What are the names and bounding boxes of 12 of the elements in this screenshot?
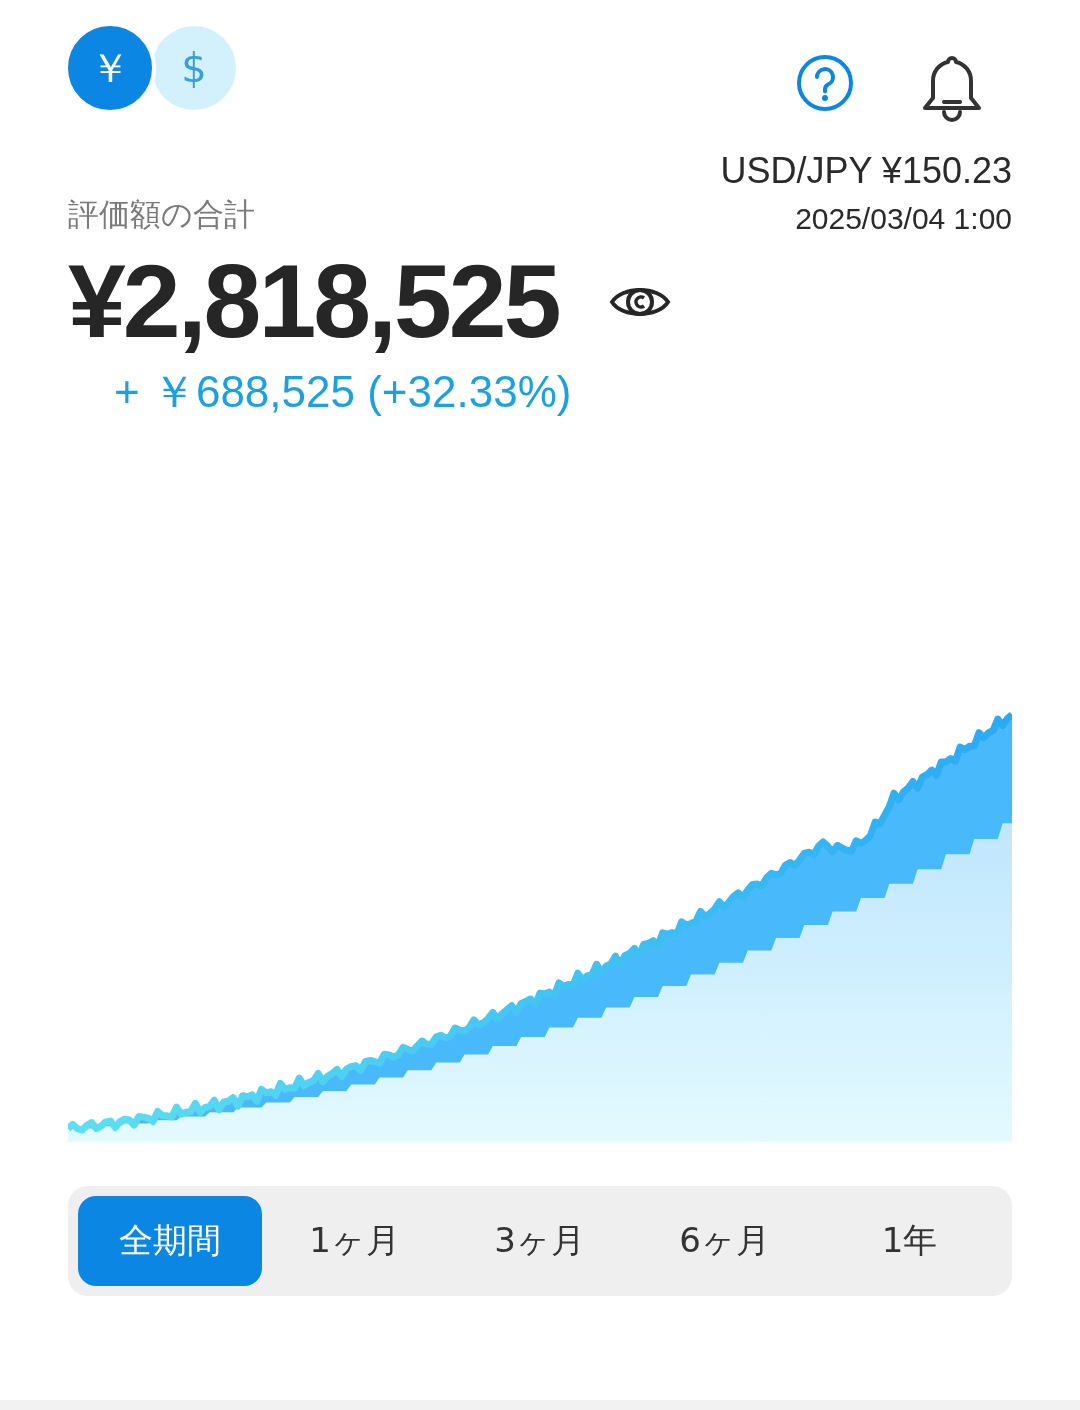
period-tab[interactable]: 1ヶ月 xyxy=(262,1196,447,1286)
gain-amount: + ￥688,525 (+32.33%) xyxy=(114,366,573,418)
period-tab[interactable]: 3ヶ月 xyxy=(447,1196,632,1286)
total-value: ¥2,818,525 xyxy=(68,242,559,361)
total-label: 評価額の合計 xyxy=(68,195,255,234)
update-time: 2025/03/04 1:00 xyxy=(795,202,1012,236)
exchange-rate: USD/JPY ¥150.23 xyxy=(720,150,1012,191)
period-tab[interactable]: 1年 xyxy=(817,1196,1002,1286)
help-icon[interactable] xyxy=(796,54,854,112)
bell-icon[interactable] xyxy=(920,54,984,124)
period-tab[interactable]: 全期間 xyxy=(78,1196,262,1286)
period-tab[interactable]: 6ヶ月 xyxy=(632,1196,817,1286)
